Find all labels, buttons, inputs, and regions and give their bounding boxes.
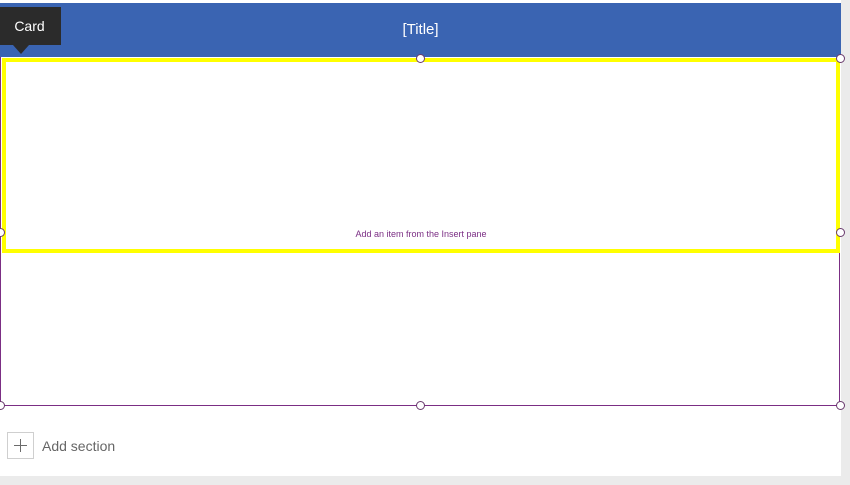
- resize-handle-top[interactable]: [416, 54, 425, 63]
- card-tooltip: Card: [0, 7, 61, 45]
- tooltip-arrow: [13, 45, 29, 54]
- resize-handle-right[interactable]: [836, 228, 845, 237]
- resize-handle-top-right[interactable]: [836, 54, 845, 63]
- resize-handle-bottom-right[interactable]: [836, 401, 845, 410]
- card-placeholder-text: Add an item from the Insert pane: [355, 229, 487, 239]
- add-section-button[interactable]: Add section: [7, 432, 115, 459]
- resize-handle-bottom-left[interactable]: [0, 401, 5, 410]
- add-section-label: Add section: [42, 437, 116, 454]
- form-canvas: [Title] Add an item from the Insert pane…: [0, 0, 845, 476]
- page-title[interactable]: [Title]: [0, 3, 841, 57]
- plus-icon[interactable]: [7, 432, 34, 459]
- selected-card[interactable]: Add an item from the Insert pane: [2, 58, 840, 253]
- title-bar[interactable]: [Title]: [0, 3, 841, 57]
- resize-handle-bottom[interactable]: [416, 401, 425, 410]
